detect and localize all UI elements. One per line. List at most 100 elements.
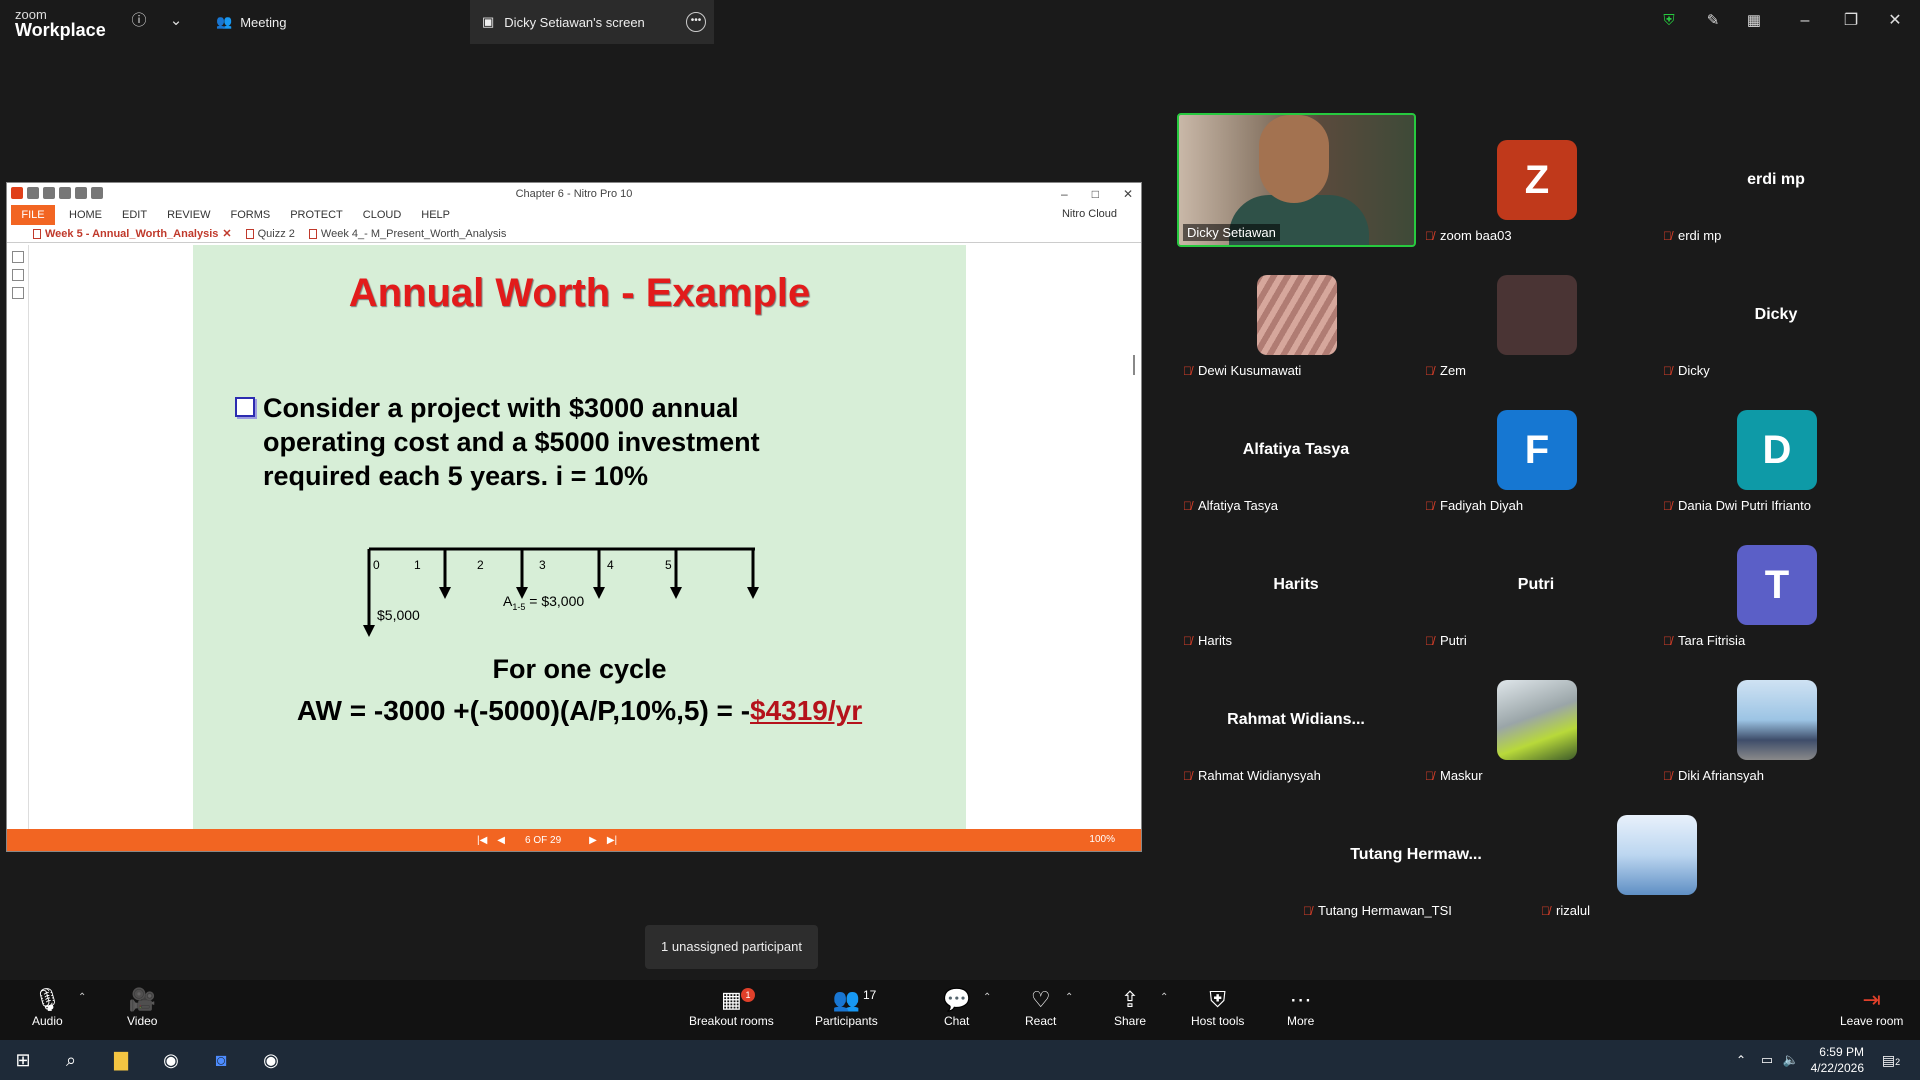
mic-muted-icon: 🎙̸ <box>1663 768 1672 783</box>
participants-button[interactable]: 👥 Participants 17 <box>815 986 878 1028</box>
avatar-zoom-baa03[interactable]: Z <box>1497 140 1577 220</box>
leave-room-button[interactable]: ⇥ Leave room <box>1840 986 1903 1028</box>
menu-protect[interactable]: PROTECT <box>290 209 343 221</box>
participant-video-dicky-setiawan[interactable]: Dicky Setiawan <box>1177 113 1416 247</box>
shield-icon[interactable]: ⛨ <box>1658 10 1680 32</box>
minimize-button[interactable]: – <box>1790 10 1820 32</box>
host-shield-icon: ⛨ <box>1209 987 1226 1012</box>
chrome-profile-icon[interactable]: ◉ <box>256 1046 286 1074</box>
vertical-scrollbar[interactable] <box>1133 355 1135 375</box>
host-tools-button[interactable]: ⛨ Host tools <box>1191 986 1244 1028</box>
menu-file[interactable]: FILE <box>11 205 55 225</box>
next-page-icon[interactable]: ▶ <box>589 835 597 846</box>
participant-display-putri[interactable]: Putri <box>1436 576 1636 594</box>
audio-button[interactable]: 🎙 Audio <box>32 986 63 1028</box>
participant-display-dicky[interactable]: Dicky <box>1676 306 1876 324</box>
doc-tab-annual-worth[interactable]: Week 5 - Annual_Worth_Analysis ✕ <box>33 227 232 240</box>
menu-forms[interactable]: FORMS <box>230 209 270 221</box>
nitro-title-bar: Chapter 6 - Nitro Pro 10 – □ ✕ <box>7 183 1141 205</box>
period-5-label: 5 <box>665 558 672 572</box>
slide-title: Annual Worth - Example <box>348 271 811 315</box>
chevron-down-icon[interactable]: ⌄ <box>165 10 187 32</box>
screen-share-tab[interactable]: ▣ Dicky Setiawan's screen ••• <box>470 0 714 44</box>
redo-icon[interactable] <box>91 187 103 199</box>
nitro-minimize-icon[interactable]: – <box>1061 183 1068 205</box>
avatar-fadiyah[interactable]: F <box>1497 410 1577 490</box>
zoom-level[interactable]: 100% <box>1089 834 1115 845</box>
share-options-caret[interactable]: ⌃ <box>1160 992 1168 1003</box>
more-options-icon[interactable]: ••• <box>686 12 706 32</box>
react-button[interactable]: ♡ React <box>1025 986 1056 1028</box>
mic-muted-icon: 🎙̸ <box>1663 228 1672 243</box>
photo-rizalul[interactable] <box>1617 815 1697 895</box>
participant-label-maskur: 🎙̸ Maskur <box>1425 768 1483 783</box>
video-button[interactable]: 🎥 Video <box>127 986 157 1028</box>
doc-tab-quizz[interactable]: Quizz 2 <box>245 228 295 240</box>
file-explorer-icon[interactable]: ▇ <box>106 1046 136 1074</box>
close-button[interactable]: ✕ <box>1880 10 1910 32</box>
bookmarks-panel-icon[interactable] <box>12 269 24 281</box>
zoom-app-icon[interactable]: ◙ <box>206 1046 236 1074</box>
annotate-pen-icon[interactable]: ✎ <box>1702 10 1724 32</box>
print-icon[interactable] <box>59 187 71 199</box>
meeting-tab[interactable]: 👥 Meeting <box>216 6 286 38</box>
last-page-icon[interactable]: ▶| <box>607 835 617 846</box>
menu-cloud[interactable]: CLOUD <box>363 209 402 221</box>
view-layout-icon[interactable]: ▦ <box>1743 10 1765 32</box>
info-icon[interactable]: ⓘ <box>128 10 150 32</box>
document-tabs: Week 5 - Annual_Worth_Analysis ✕ Quizz 2… <box>7 225 1141 243</box>
volume-icon[interactable]: 🔈 <box>1776 1046 1806 1074</box>
breakout-rooms-button[interactable]: ▦ Breakout rooms 1 <box>689 986 774 1028</box>
participant-label-rizalul: 🎙̸ rizalul <box>1541 903 1590 918</box>
save-icon[interactable] <box>43 187 55 199</box>
chat-icon: 💬 <box>943 987 971 1012</box>
photo-dewi-kusumawati[interactable] <box>1257 275 1337 355</box>
participant-display-rahmat[interactable]: Rahmat Widians... <box>1196 711 1396 729</box>
participant-label-putri: 🎙̸ Putri <box>1425 633 1467 648</box>
avatar-tara[interactable]: T <box>1737 545 1817 625</box>
photo-diki-afriansyah[interactable] <box>1737 680 1817 760</box>
participant-display-erdi-mp[interactable]: erdi mp <box>1676 171 1876 189</box>
nitro-maximize-icon[interactable]: □ <box>1092 183 1099 205</box>
nitro-cloud-account[interactable]: Nitro Cloud <box>1062 208 1117 220</box>
chrome-icon[interactable]: ◉ <box>156 1046 186 1074</box>
menu-review[interactable]: REVIEW <box>167 209 210 221</box>
prev-page-icon[interactable]: ◀ <box>497 835 505 846</box>
open-icon[interactable] <box>27 187 39 199</box>
search-icon[interactable]: ⌕ <box>56 1046 86 1074</box>
document-view: Annual Worth - Example Consider a projec… <box>7 245 1141 829</box>
share-button[interactable]: ⇪ Share <box>1114 986 1146 1028</box>
participant-display-alfatiya[interactable]: Alfatiya Tasya <box>1196 441 1396 459</box>
page-indicator[interactable]: 6 OF 29 <box>525 835 561 846</box>
doc-tab-present-worth[interactable]: Week 4_- M_Present_Worth_Analysis <box>308 228 506 240</box>
participant-label-tutang: 🎙̸ Tutang Hermawan_TSI <box>1303 903 1452 918</box>
chat-options-caret[interactable]: ⌃ <box>983 992 991 1003</box>
attachments-panel-icon[interactable] <box>12 287 24 299</box>
avatar-dania[interactable]: D <box>1737 410 1817 490</box>
first-page-icon[interactable]: |◀ <box>477 835 487 846</box>
more-button[interactable]: ⋯ More <box>1287 986 1314 1028</box>
pages-panel-icon[interactable] <box>12 251 24 263</box>
mic-muted-icon: 🎙̸ <box>1425 768 1434 783</box>
chat-button[interactable]: 💬 Chat <box>943 986 970 1028</box>
undo-icon[interactable] <box>75 187 87 199</box>
audio-options-caret[interactable]: ⌃ <box>78 992 86 1003</box>
menu-edit[interactable]: EDIT <box>122 209 147 221</box>
mic-muted-icon: 🎙̸ <box>1663 498 1672 513</box>
mic-muted-icon: 🎙̸ <box>1663 363 1672 378</box>
windows-start-icon[interactable]: ⊞ <box>8 1046 38 1074</box>
nitro-close-icon[interactable]: ✕ <box>1123 183 1133 205</box>
notifications-icon[interactable]: ▤2 <box>1876 1046 1906 1074</box>
menu-home[interactable]: HOME <box>69 209 102 221</box>
participant-display-harits[interactable]: Harits <box>1196 576 1396 594</box>
react-options-caret[interactable]: ⌃ <box>1065 992 1073 1003</box>
taskbar-clock[interactable]: 6:59 PM 4/22/2026 <box>1811 1044 1864 1076</box>
menu-help[interactable]: HELP <box>421 209 450 221</box>
breakout-rooms-icon: ▦ <box>720 987 742 1012</box>
participant-display-tutang[interactable]: Tutang Hermaw... <box>1316 846 1516 864</box>
restore-button[interactable]: ❐ <box>1836 10 1866 32</box>
photo-maskur[interactable] <box>1497 680 1577 760</box>
mic-muted-icon: 🎙̸ <box>1541 903 1550 918</box>
participant-label-fadiyah: 🎙̸ Fadiyah Diyah <box>1425 498 1524 513</box>
photo-zem[interactable] <box>1497 275 1577 355</box>
